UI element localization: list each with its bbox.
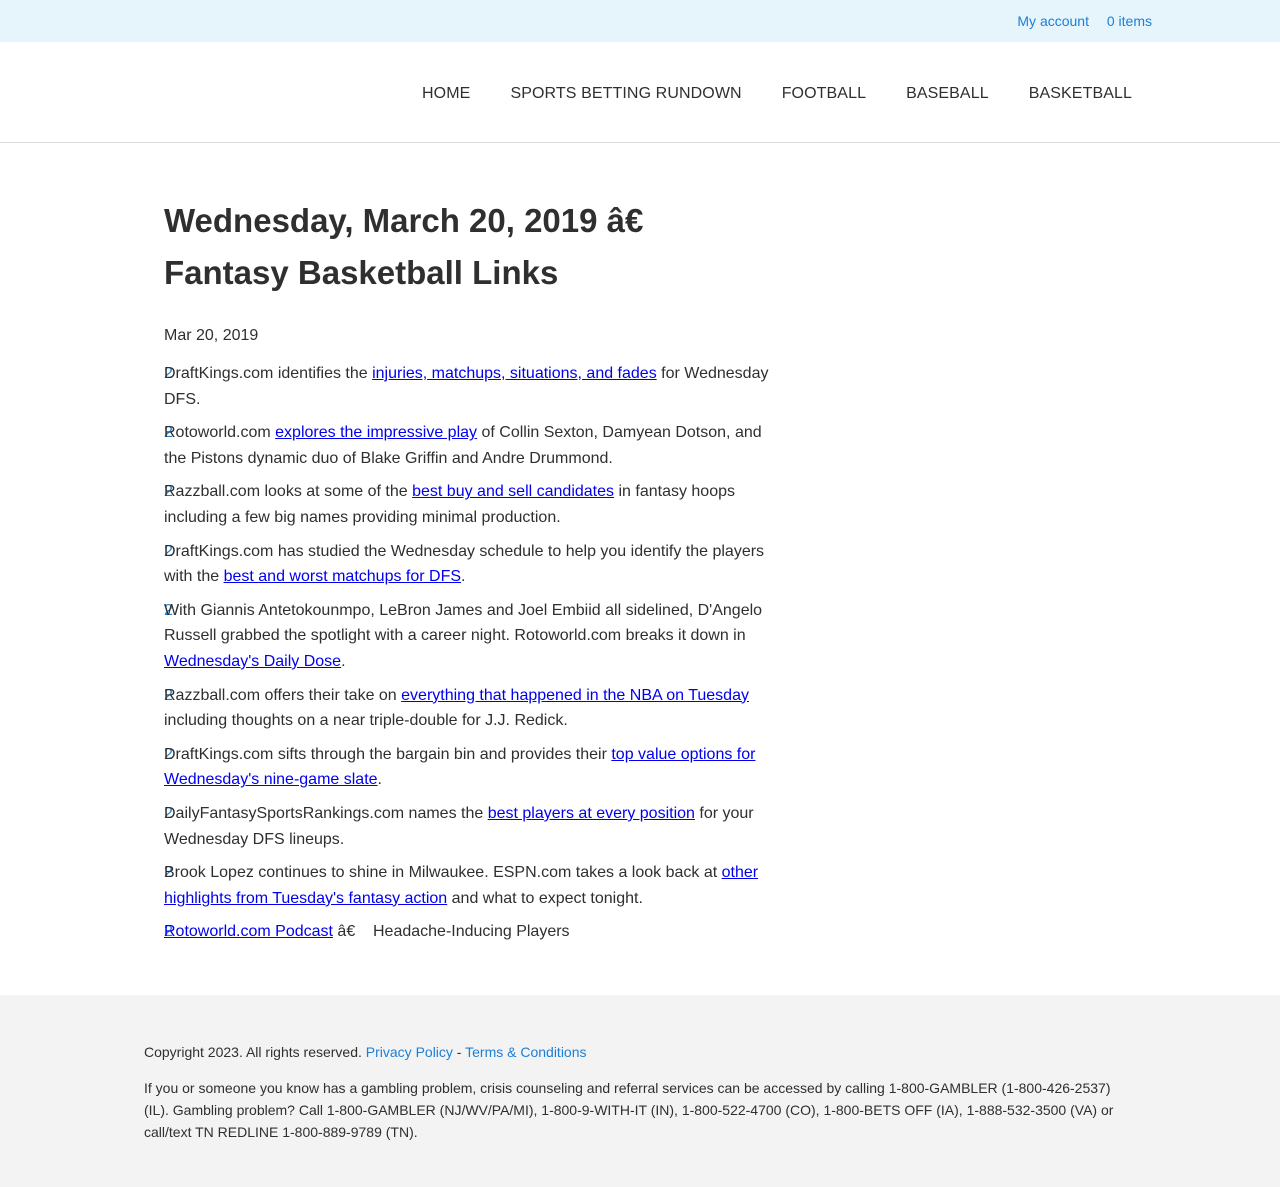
list-item: 2 Brook Lopez continues to shine in Milw…	[164, 860, 770, 911]
nav-football[interactable]: FOOTBALL	[782, 85, 866, 103]
item-link[interactable]: injuries, matchups, situations, and fade…	[372, 365, 657, 382]
nav-baseball[interactable]: BASEBALL	[906, 85, 989, 103]
post-date: Mar 20, 2019	[164, 327, 259, 344]
item-text: DraftKings.com sifts through the bargain…	[164, 745, 612, 763]
site-header: HOME SPORTS BETTING RUNDOWN FOOTBALL BAS…	[0, 42, 1280, 143]
item-link[interactable]: Wednesday's Daily Dose	[164, 653, 341, 670]
item-text: including thoughts on a near triple-doub…	[164, 712, 568, 730]
footer-content: Copyright 2023. All rights reserved. Pri…	[144, 1041, 1134, 1143]
list-item: 2 Rotoworld.com Podcast â€ Headache-Indu…	[164, 919, 770, 945]
terms-conditions-link[interactable]: Terms & Conditions	[465, 1044, 586, 1060]
item-text: .	[377, 771, 382, 789]
item-text: DraftKings.com identifies the	[164, 365, 373, 382]
main-nav: HOME SPORTS BETTING RUNDOWN FOOTBALL BAS…	[422, 85, 1132, 103]
item-link[interactable]: best and worst matchups for DFS	[224, 568, 461, 585]
article: Wednesday, March 20, 2019 â€ Fantasy Bas…	[164, 195, 770, 953]
item-link[interactable]: best players at every position	[488, 805, 695, 822]
list-item: 2 DraftKings.com sifts through the barga…	[164, 742, 770, 793]
privacy-policy-link[interactable]: Privacy Policy	[366, 1044, 453, 1060]
gambling-disclaimer: If you or someone you know has a gamblin…	[144, 1080, 1114, 1140]
item-text: Razzball.com offers their take on	[164, 686, 402, 704]
podcast-link[interactable]: Rotoworld.com Podcast	[164, 923, 333, 940]
nav-sports-betting-rundown[interactable]: SPORTS BETTING RUNDOWN	[510, 85, 741, 103]
copyright-line: Copyright 2023. All rights reserved. Pri…	[144, 1041, 1134, 1063]
nav-basketball[interactable]: BASKETBALL	[1029, 85, 1132, 103]
links-list: 2 DraftKings.com identifies the injuries…	[164, 361, 770, 945]
account-links: My account 0 items	[1003, 13, 1152, 29]
item-text: and what to expect tonight.	[447, 889, 643, 907]
site-footer: Copyright 2023. All rights reserved. Pri…	[0, 995, 1280, 1187]
item-link[interactable]: best buy and sell candidates	[412, 483, 614, 500]
item-text: Rotoworld.com	[164, 424, 276, 442]
item-text: Razzball.com looks at some of the	[164, 483, 413, 501]
item-text: Brook Lopez continues to shine in Milwau…	[164, 864, 722, 882]
page-title: Wednesday, March 20, 2019 â€ Fantasy Bas…	[164, 202, 644, 291]
list-item: 2 Razzball.com looks at some of the best…	[164, 479, 770, 530]
list-item: 2 Rotoworld.com explores the impressive …	[164, 420, 770, 471]
item-text: DailyFantasySportsRankings.com names the	[164, 804, 488, 822]
item-text: With Giannis Antetokounmpo, LeBron James…	[164, 601, 763, 645]
copyright-text: Copyright 2023. All rights reserved.	[144, 1044, 366, 1060]
item-text: .	[461, 568, 466, 586]
item-link[interactable]: explores the impressive play	[275, 424, 477, 441]
item-text: .	[341, 652, 346, 670]
list-item: 2 DraftKings.com identifies the injuries…	[164, 361, 770, 412]
item-text: â€ Headache-Inducing Players	[332, 923, 570, 941]
my-account-link[interactable]: My account	[1017, 13, 1089, 29]
list-item: 2 DailyFantasySportsRankings.com names t…	[164, 801, 770, 852]
list-item: 2 With Giannis Antetokounmpo, LeBron Jam…	[164, 598, 770, 675]
cart-items-link[interactable]: 0 items	[1107, 13, 1152, 29]
list-item: 2 DraftKings.com has studied the Wednesd…	[164, 539, 770, 590]
nav-home[interactable]: HOME	[422, 85, 470, 103]
list-item: 2 Razzball.com offers their take on ever…	[164, 683, 770, 734]
item-link[interactable]: everything that happened in the NBA on T…	[401, 687, 749, 704]
top-utility-bar: My account 0 items	[0, 0, 1280, 42]
footer-separator: -	[452, 1044, 466, 1060]
